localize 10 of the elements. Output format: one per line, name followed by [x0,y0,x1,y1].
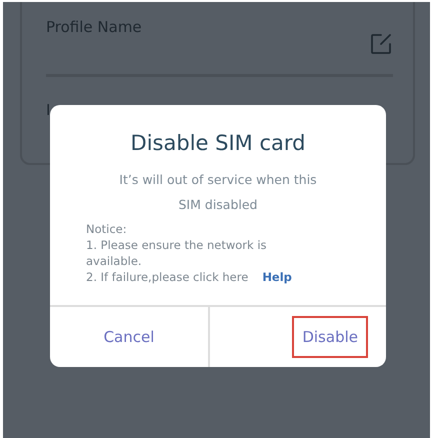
notice-item: 2. If failure,please click here [86,269,248,285]
message-text: SIM disabled [178,196,258,214]
notice-title: Notice: [86,221,128,237]
message-text: It’s will out of service when this [118,171,318,189]
dialog-button[interactable]: Cancel [94,316,164,358]
dialog-title: Disable SIM card [130,131,306,155]
notice-item: 1. Please ensure the network is available. [86,237,268,269]
dialog-button[interactable]: Disable [292,316,368,358]
help-link[interactable]: Help [262,269,292,285]
edit-icon[interactable] [369,32,393,56]
